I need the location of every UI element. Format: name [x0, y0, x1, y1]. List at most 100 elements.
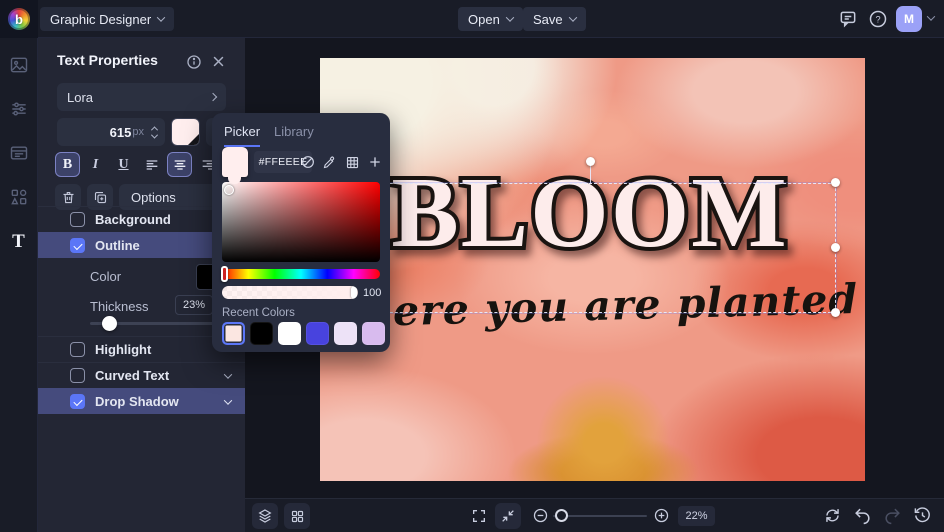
opacity-slider[interactable]: [222, 286, 358, 299]
opacity-handle[interactable]: [351, 286, 357, 299]
color-picker-popup: Picker Library #FFEEEE 100 Recent Colors: [212, 113, 390, 352]
pages-grid-icon[interactable]: [284, 503, 310, 529]
fullscreen-icon[interactable]: [466, 503, 492, 529]
panel-title: Text Properties: [57, 52, 158, 68]
help-icon[interactable]: ?: [868, 9, 888, 29]
app-logo[interactable]: b: [0, 0, 38, 38]
save-button[interactable]: Save: [523, 7, 586, 31]
bottom-right-handle[interactable]: [831, 308, 840, 317]
recent-colors-label: Recent Colors: [222, 307, 295, 319]
drop-shadow-row[interactable]: Drop Shadow: [38, 388, 245, 414]
design-artboard[interactable]: BLOOM BLOOM where you are planted: [320, 58, 865, 481]
reset-icon[interactable]: [823, 506, 842, 525]
tool-rail: T: [0, 38, 38, 532]
drop-shadow-checkbox[interactable]: [70, 394, 85, 409]
close-icon[interactable]: [211, 54, 227, 70]
curved-text-row[interactable]: Curved Text: [38, 362, 245, 388]
underline-button[interactable]: U: [111, 152, 136, 177]
save-label: Save: [533, 11, 563, 27]
font-size-value: 615: [109, 124, 132, 140]
highlight-checkbox[interactable]: [70, 342, 85, 357]
bold-button[interactable]: B: [55, 152, 80, 177]
no-color-icon[interactable]: [298, 152, 317, 172]
color-fold-icon: [187, 133, 199, 145]
top-right-handle[interactable]: [831, 178, 840, 187]
info-icon[interactable]: [186, 54, 202, 70]
background-checkbox[interactable]: [70, 212, 85, 227]
undo-icon[interactable]: [853, 506, 872, 525]
font-size-stepper[interactable]: [150, 125, 159, 139]
mode-label: Graphic Designer: [50, 11, 152, 27]
redo-icon[interactable]: [883, 506, 902, 525]
zoom-slider[interactable]: [553, 509, 647, 522]
zoom-slider-handle[interactable]: [555, 509, 568, 522]
tab-picker[interactable]: Picker: [224, 124, 261, 147]
open-button[interactable]: Open: [458, 7, 523, 31]
align-left-button[interactable]: [139, 152, 164, 177]
font-family-select[interactable]: Lora: [57, 83, 226, 111]
chevron-down-icon: [505, 13, 515, 22]
hue-handle[interactable]: [221, 266, 228, 282]
sidebar-item-edit[interactable]: [8, 98, 30, 120]
italic-button[interactable]: I: [83, 152, 108, 177]
sidebar-item-images[interactable]: [8, 54, 30, 76]
history-icon[interactable]: [913, 506, 932, 525]
sidebar-item-templates[interactable]: [8, 142, 30, 164]
chevron-right-icon: [208, 92, 218, 102]
right-middle-handle[interactable]: [831, 243, 840, 252]
sidebar-item-text[interactable]: T: [8, 230, 30, 252]
outline-color-label: Color: [90, 269, 122, 284]
font-family-value: Lora: [67, 89, 94, 105]
avatar-initial: M: [904, 12, 914, 26]
chevron-down-icon: [223, 369, 233, 379]
subtitle-text[interactable]: where you are planted: [325, 275, 858, 337]
outline-checkbox[interactable]: [70, 238, 85, 253]
zoom-in-icon[interactable]: [653, 507, 670, 524]
logo-letter: b: [15, 11, 23, 27]
add-color-icon[interactable]: [365, 152, 384, 172]
logo-icon: b: [8, 8, 30, 30]
opacity-value: 100: [363, 287, 382, 299]
avatar[interactable]: M: [896, 6, 922, 32]
zoom-out-icon[interactable]: [532, 507, 549, 524]
recent-color-swatch[interactable]: [278, 322, 301, 345]
current-color-swatch[interactable]: [222, 147, 248, 184]
recent-colors-row: [222, 322, 385, 345]
font-color-button[interactable]: [171, 118, 200, 146]
rotate-stem: [590, 165, 591, 183]
recent-color-swatch[interactable]: [334, 322, 357, 345]
open-label: Open: [468, 11, 500, 27]
mode-dropdown[interactable]: Graphic Designer: [40, 7, 175, 31]
recent-color-swatch[interactable]: [250, 322, 273, 345]
slider-handle[interactable]: [102, 316, 117, 331]
palette-grid-icon[interactable]: [343, 152, 362, 172]
account-chevron-down-icon[interactable]: [926, 12, 936, 21]
chevron-down-icon: [156, 13, 166, 22]
recent-color-swatch[interactable]: [306, 322, 329, 345]
chat-icon[interactable]: [838, 9, 858, 29]
fit-screen-icon[interactable]: [495, 503, 521, 529]
saturation-gradient[interactable]: [222, 182, 380, 262]
rotate-handle[interactable]: [586, 157, 595, 166]
outline-thickness-value[interactable]: 23%: [175, 295, 213, 315]
gradient-picker-dot[interactable]: [224, 185, 234, 195]
chevron-down-icon: [223, 395, 233, 405]
curved-text-checkbox[interactable]: [70, 368, 85, 383]
text-style-row: B I U: [55, 152, 220, 177]
eyedropper-icon[interactable]: [320, 152, 339, 172]
sidebar-item-graphics[interactable]: [8, 186, 30, 208]
layers-icon[interactable]: [252, 503, 278, 529]
outline-thickness-slider[interactable]: [90, 316, 228, 331]
chevron-down-icon: [568, 13, 577, 22]
align-center-button[interactable]: [167, 152, 192, 177]
font-size-unit: px: [132, 126, 144, 138]
recent-color-swatch[interactable]: [362, 322, 385, 345]
font-size-input[interactable]: 615 px: [57, 118, 165, 146]
bottom-toolbar: 22%: [245, 498, 944, 532]
hue-slider[interactable]: [221, 266, 380, 282]
tab-library[interactable]: Library: [274, 124, 314, 145]
recent-color-swatch[interactable]: [222, 322, 245, 345]
zoom-percentage[interactable]: 22%: [678, 506, 715, 526]
top-bar: b Graphic Designer Open Save ? M: [0, 0, 944, 38]
text-tool-icon: T: [12, 230, 25, 252]
